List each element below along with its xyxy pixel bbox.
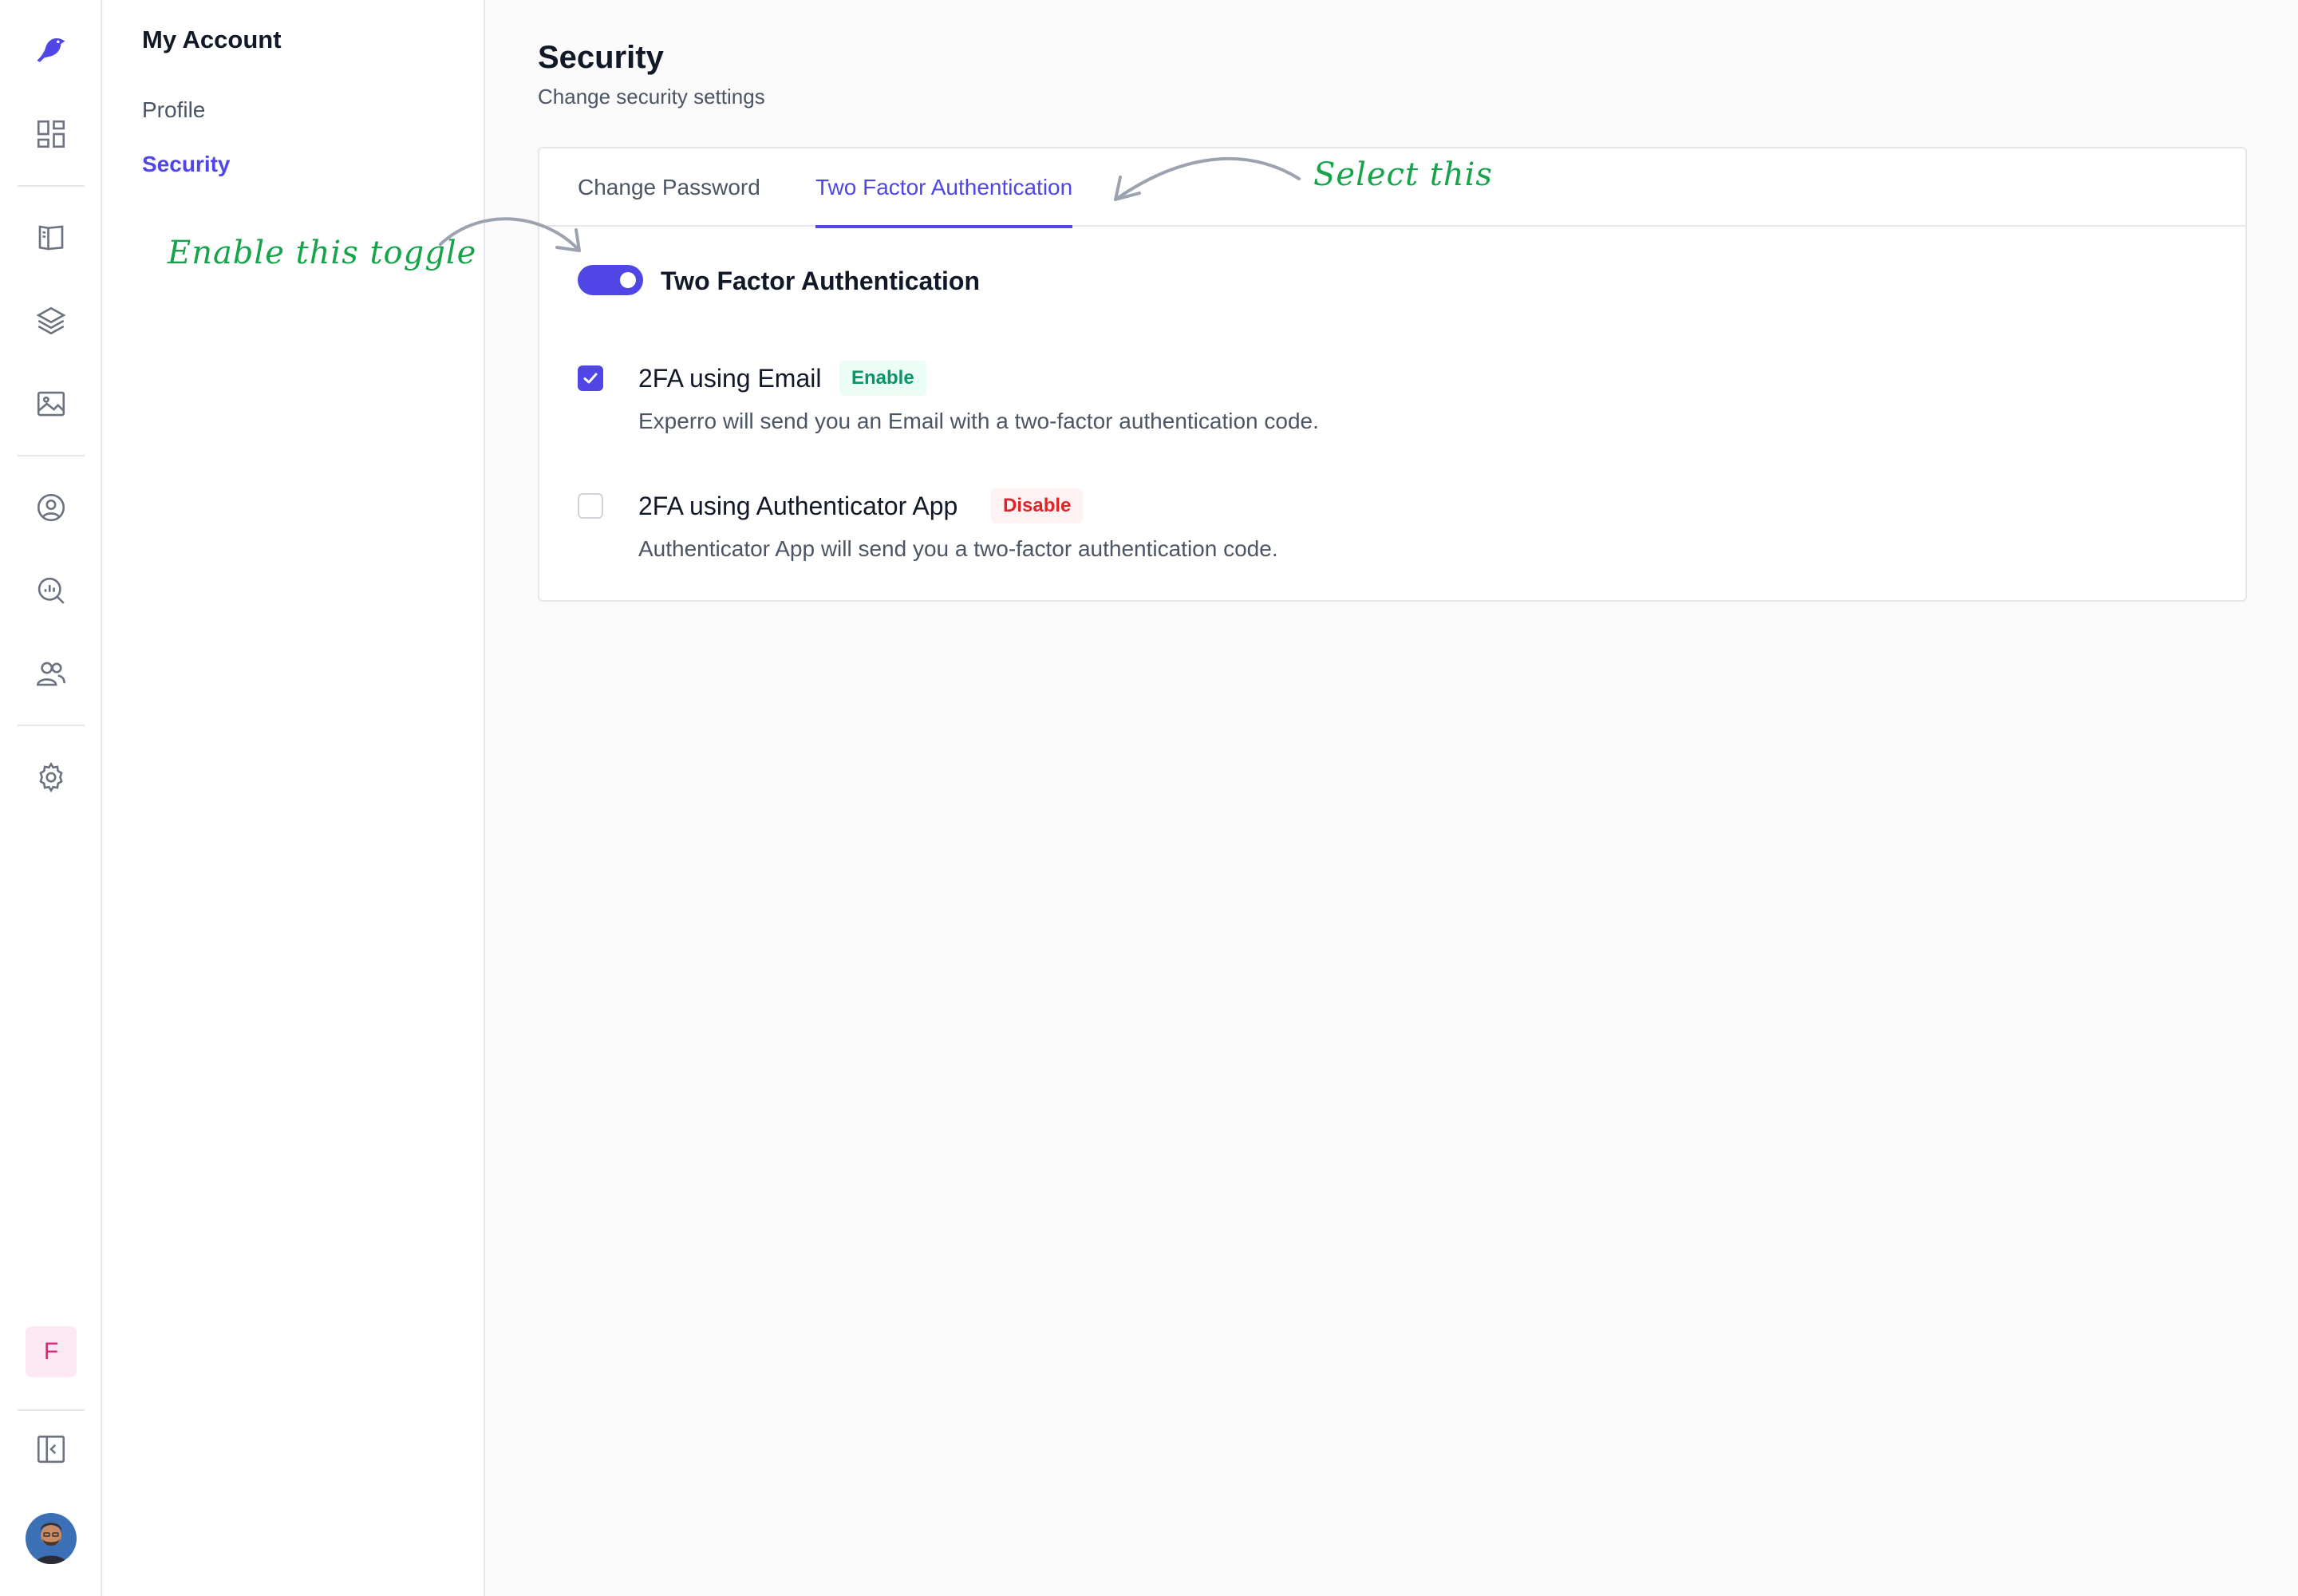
collapse-sidebar-icon[interactable] <box>27 1425 75 1473</box>
analytics-search-icon[interactable] <box>27 567 75 614</box>
disable-badge: Disable <box>991 488 1084 523</box>
two-factor-toggle[interactable] <box>578 265 643 295</box>
checkmark-icon <box>583 373 598 384</box>
annotation-arrow-tab <box>1114 157 1301 201</box>
book-icon[interactable] <box>27 214 75 262</box>
tab-two-factor-authentication[interactable]: Two Factor Authentication <box>815 148 1073 228</box>
security-card: Change Password Two Factor Authenticatio… <box>538 147 2247 602</box>
sidebar-item-profile[interactable]: Profile <box>142 97 205 123</box>
sidebar-item-security[interactable]: Security <box>142 152 231 177</box>
workspace-avatar[interactable]: F <box>26 1326 77 1377</box>
toggle-knob <box>620 272 636 288</box>
gear-icon[interactable] <box>27 753 75 801</box>
user-avatar[interactable] <box>26 1513 77 1564</box>
app-root: F My Account Profile Security Enable thi… <box>0 0 2298 1596</box>
annotation-arrow-toggle <box>439 217 581 252</box>
rail-divider <box>18 1409 85 1411</box>
sidebar-title: My Account <box>142 26 282 53</box>
tab-change-password[interactable]: Change Password <box>578 148 760 227</box>
user-circle-icon[interactable] <box>27 484 75 531</box>
email-2fa-label: 2FA using Email <box>638 364 822 393</box>
users-icon[interactable] <box>27 650 75 697</box>
image-icon[interactable] <box>27 380 75 428</box>
annotation-enable-toggle: Enable this toggle <box>168 235 477 271</box>
icon-rail: F <box>0 0 102 1596</box>
layers-icon[interactable] <box>27 297 75 345</box>
workspace-initial: F <box>43 1338 59 1365</box>
email-2fa-checkbox[interactable] <box>578 365 603 391</box>
enable-badge: Enable <box>839 361 926 396</box>
main-content: Security Change security settings Change… <box>487 0 2298 1596</box>
page-title: Security <box>538 40 664 75</box>
page-subtitle: Change security settings <box>538 85 765 109</box>
authenticator-app-2fa-label: 2FA using Authenticator App <box>638 492 958 520</box>
account-sidebar: My Account Profile Security Enable this … <box>104 0 485 1596</box>
dashboard-grid-icon[interactable] <box>27 110 75 158</box>
two-factor-toggle-label: Two Factor Authentication <box>661 267 980 295</box>
rail-divider <box>18 185 85 187</box>
rail-divider <box>18 455 85 456</box>
rail-divider <box>18 725 85 726</box>
authenticator-app-2fa-checkbox[interactable] <box>578 493 603 519</box>
email-2fa-description: Experro will send you an Email with a tw… <box>638 409 1319 433</box>
annotation-select-tab: Select this <box>1313 156 1493 193</box>
bird-logo-icon[interactable] <box>27 26 75 73</box>
authenticator-app-2fa-description: Authenticator App will send you a two-fa… <box>638 536 1278 561</box>
